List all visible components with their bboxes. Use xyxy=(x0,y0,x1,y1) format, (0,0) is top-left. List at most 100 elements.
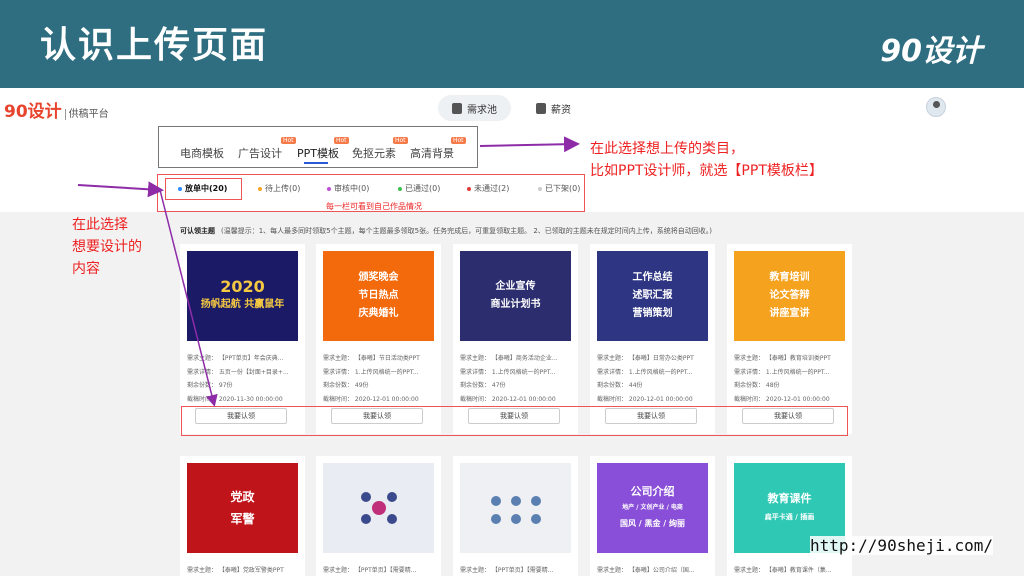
tab-hd-background[interactable]: 高清背景 xyxy=(410,145,454,161)
card-thumbnail: 党政 军警 xyxy=(187,463,298,553)
card-detail: 需求详情： 五页一份【封面+目录+... xyxy=(187,369,289,376)
card-theme: 需求主题： 【PPT单页】【需要精... xyxy=(323,567,417,574)
nav-label: 需求池 xyxy=(467,104,497,116)
thumb-text: 国风 / 黑金 / 绚丽 xyxy=(620,519,685,528)
logo-subtitle: 供稿平台 xyxy=(64,109,109,120)
notice-text: (温馨提示：1、每人最多同时领取5个主题，每个主题最多领取5张。任务完成后，可重… xyxy=(221,227,712,235)
thumb-text: 扁平卡通 / 插画 xyxy=(764,513,815,521)
task-card: 教育课件 扁平卡通 / 插画 需求主题： 【泰曦】教育课件（集... xyxy=(727,456,852,576)
card-theme: 需求主题： 【泰曦】教育培训类PPT xyxy=(734,355,831,362)
thumb-text: 扬帆起航 共赢鼠年 xyxy=(200,299,285,310)
tab-ad-design[interactable]: 广告设计 xyxy=(238,145,282,161)
status-tab-to-upload[interactable]: 待上传(0) xyxy=(258,183,300,194)
card-theme: 需求主题： 【PPT单页】【需要精... xyxy=(460,567,554,574)
status-note: 每一栏可看到自己作品情况 xyxy=(326,202,422,211)
hot-badge: Hot xyxy=(451,137,466,144)
thumb-text: 节日热点 xyxy=(358,290,399,301)
nav-salary[interactable]: 薪资 xyxy=(522,95,585,121)
card-deadline: 截稿时间： 2020-12-01 00:00:00 xyxy=(597,396,693,403)
annotation-line: 在此选择想上传的类目， xyxy=(590,141,744,157)
card-detail: 需求详情： 1.上传风格统一的PPT... xyxy=(597,369,693,376)
status-tab-approved[interactable]: 已通过(0) xyxy=(398,183,440,194)
card-theme: 需求主题： 【泰曦】教育课件（集... xyxy=(734,567,832,574)
card-thumbnail: 公司介绍 地产 / 文创产业 / 电商 国风 / 黑金 / 绚丽 xyxy=(597,463,708,553)
thumb-text: 述职汇报 xyxy=(632,290,673,301)
thumb-text: 营销策划 xyxy=(632,308,673,319)
card-thumbnail: 2020 扬帆起航 共赢鼠年 xyxy=(187,251,298,341)
hot-badge: Hot xyxy=(334,137,349,144)
thumb-text: 工作总结 xyxy=(632,272,673,283)
status-label: 放单中(20) xyxy=(185,184,228,193)
card-remaining: 剩余份数： 97份 xyxy=(187,382,233,389)
status-label: 待上传(0) xyxy=(265,184,301,193)
thumb-text: 地产 / 文创产业 / 电商 xyxy=(622,504,683,511)
diagram-thumbnail xyxy=(490,496,541,524)
annotation-choose-category: 在此选择想上传的类目， 比如PPT设计师，就选【PPT模板栏】 xyxy=(590,138,823,182)
thumb-text: 党政 xyxy=(230,490,255,504)
thumb-text: 商业计划书 xyxy=(490,299,541,310)
thumb-text: 2020 xyxy=(220,277,265,296)
card-theme: 需求主题： 【泰曦】公司介绍（国... xyxy=(597,567,695,574)
thumb-text: 教育课件 xyxy=(767,492,812,505)
thumb-text: 论文答辩 xyxy=(769,290,810,301)
card-deadline: 截稿时间： 2020-12-01 00:00:00 xyxy=(460,396,556,403)
card-thumbnail: 教育培训 论文答辩 讲座宣讲 xyxy=(734,251,845,341)
status-tab-rejected[interactable]: 未通过(2) xyxy=(467,183,509,194)
status-label: 未通过(2) xyxy=(474,184,510,193)
list-icon xyxy=(452,102,462,114)
slide-title: 认识上传页面 xyxy=(40,25,269,66)
card-theme: 需求主题： 【泰曦】党政军警类PPT xyxy=(187,567,284,574)
avatar[interactable] xyxy=(926,97,946,117)
card-remaining: 剩余份数： 44份 xyxy=(597,382,643,389)
card-remaining: 剩余份数： 48份 xyxy=(734,382,780,389)
card-thumbnail xyxy=(460,463,571,553)
card-theme: 需求主题： 【泰曦】日常办公类PPT xyxy=(597,355,694,362)
card-theme: 需求主题： 【泰曦】节日活动类PPT xyxy=(323,355,420,362)
tab-cutout-elements[interactable]: 免抠元素 xyxy=(352,145,396,161)
annotation-line: 比如PPT设计师，就选【PPT模板栏】 xyxy=(590,163,823,179)
status-label: 已通过(0) xyxy=(405,184,441,193)
card-thumbnail xyxy=(323,463,434,553)
thumb-text: 庆典婚礼 xyxy=(358,308,399,319)
thumb-text: 企业宣传 xyxy=(495,281,536,292)
card-theme: 需求主题： 【PPT单页】年会庆典... xyxy=(187,355,284,362)
annotation-choose-content: 在此选择 想要设计的 内容 xyxy=(72,214,142,280)
status-label: 已下架(0) xyxy=(545,184,581,193)
status-dot-icon xyxy=(538,186,542,191)
card-deadline: 截稿时间： 2020-12-01 00:00:00 xyxy=(323,396,419,403)
task-card: 需求主题： 【PPT单页】【需要精... xyxy=(453,456,578,576)
status-dot-icon xyxy=(178,186,182,191)
annotation-line: 在此选择 xyxy=(72,217,128,233)
card-thumbnail: 工作总结 述职汇报 营销策划 xyxy=(597,251,708,341)
status-dot-icon xyxy=(258,186,262,191)
notice-label: 可认领主题 xyxy=(180,227,215,235)
logo-text: 90设计 xyxy=(4,102,62,122)
site-logo[interactable]: 90设计 供稿平台 xyxy=(4,97,109,122)
card-deadline: 截稿时间： 2020-11-30 00:00:00 xyxy=(187,396,283,403)
task-card: 党政 军警 需求主题： 【泰曦】党政军警类PPT xyxy=(180,456,305,576)
nav-label: 薪资 xyxy=(551,104,571,116)
thumb-text: 讲座宣讲 xyxy=(769,308,810,319)
status-dot-icon xyxy=(467,186,471,191)
task-card: 需求主题： 【PPT单页】【需要精... xyxy=(316,456,441,576)
card-remaining: 剩余份数： 49份 xyxy=(323,382,369,389)
status-tab-removed[interactable]: 已下架(0) xyxy=(538,183,580,194)
status-label: 审核中(0) xyxy=(334,184,370,193)
nav-demand-pool[interactable]: 需求池 xyxy=(438,95,511,121)
tab-ecommerce-template[interactable]: 电商模板 xyxy=(180,145,224,161)
active-tab-underline xyxy=(304,162,328,164)
status-tab-open[interactable]: 放单中(20) xyxy=(178,183,227,194)
claim-buttons-highlight-box xyxy=(181,406,848,436)
tab-ppt-template[interactable]: PPT模板 xyxy=(297,145,339,161)
thumb-text: 军警 xyxy=(230,512,255,526)
status-tab-reviewing[interactable]: 审核中(0) xyxy=(327,183,369,194)
annotation-line: 内容 xyxy=(72,261,100,277)
app-header: 90设计 供稿平台 需求池 薪资 xyxy=(0,88,1024,128)
thumb-text: 公司介绍 xyxy=(630,485,675,498)
card-thumbnail: 企业宣传 商业计划书 xyxy=(460,251,571,341)
annotation-line: 想要设计的 xyxy=(72,239,142,255)
site-url: http://90sheji.com/ xyxy=(810,536,994,555)
card-remaining: 剩余份数： 47份 xyxy=(460,382,506,389)
slide-banner: 认识上传页面 90设计 xyxy=(0,0,1024,88)
thumb-text: 教育培训 xyxy=(769,272,810,283)
